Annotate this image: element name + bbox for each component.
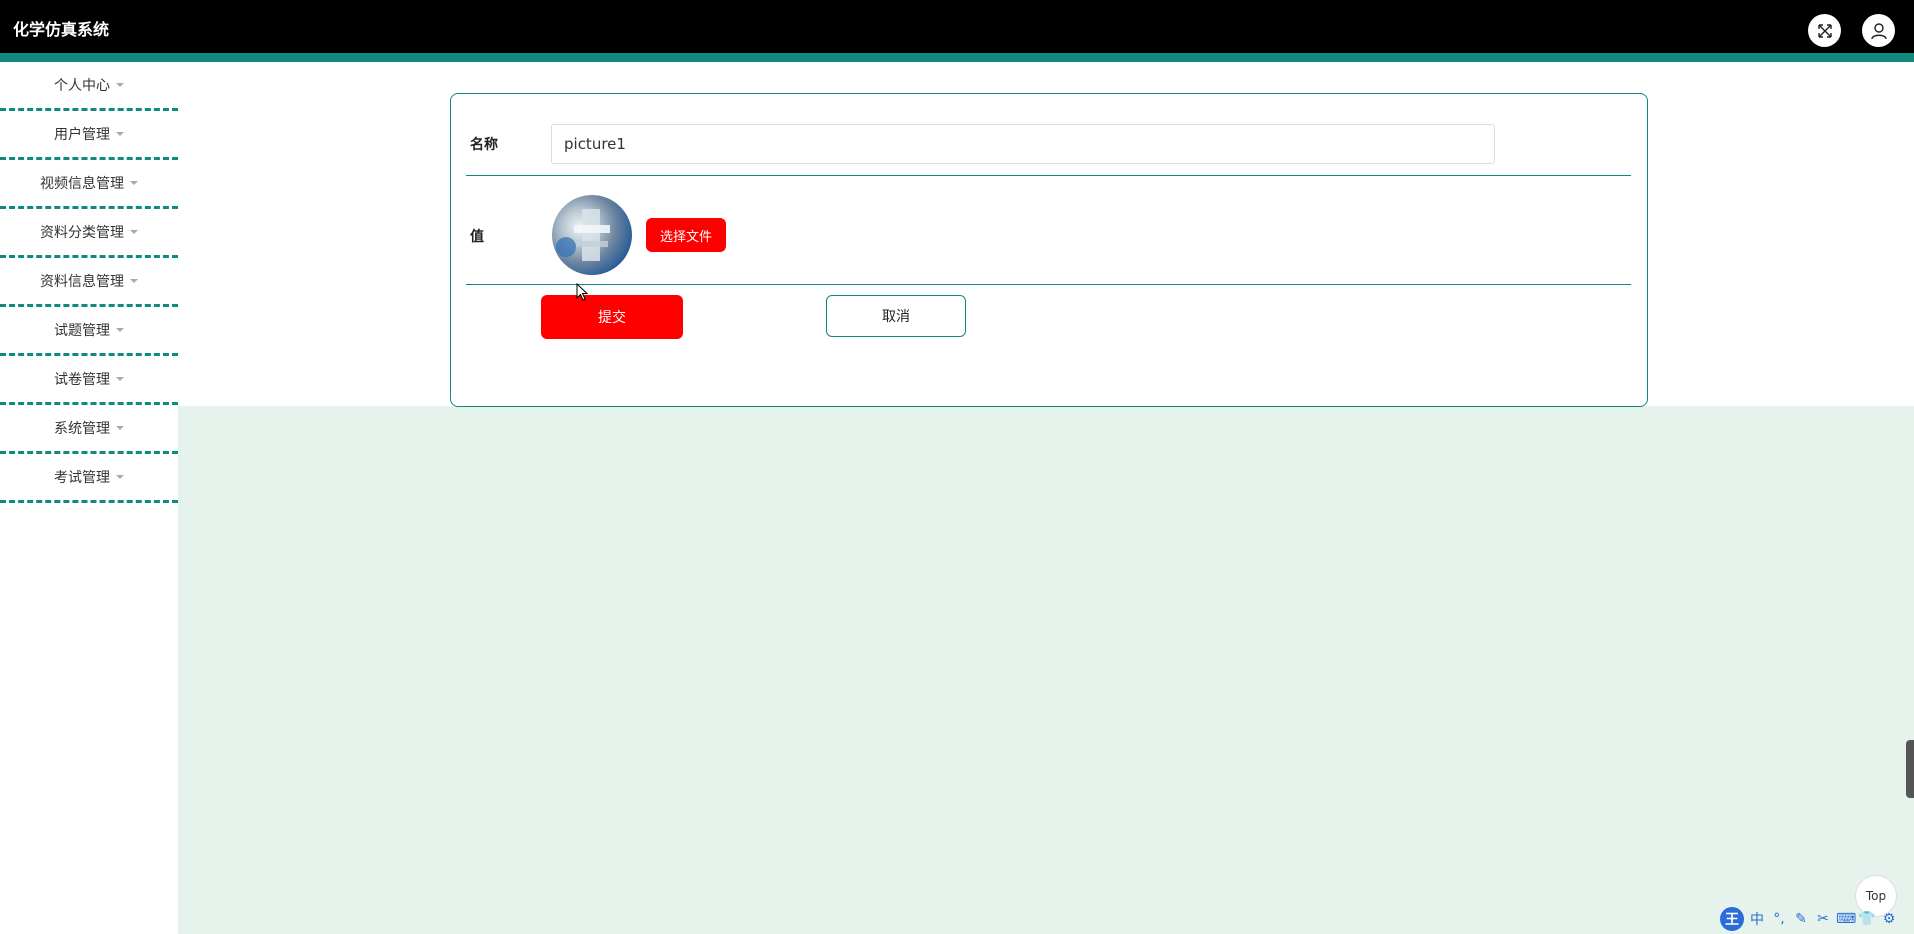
settings-gear-icon[interactable]: ⚙ — [1880, 911, 1898, 927]
lab-equipment-image — [556, 209, 610, 261]
caret-down-icon — [130, 279, 138, 283]
user-icon — [1870, 22, 1887, 39]
punctuation-icon[interactable]: °, — [1770, 911, 1788, 927]
form-divider — [466, 175, 1631, 176]
sidebar-item-label: 试题管理 — [54, 323, 110, 339]
name-label: 名称 — [470, 137, 498, 153]
sidebar-item-material-category[interactable]: 资料分类管理 — [0, 209, 178, 258]
caret-down-icon — [116, 132, 124, 136]
scissors-icon[interactable]: ✂ — [1814, 911, 1832, 927]
caret-down-icon — [116, 426, 124, 430]
fullscreen-button[interactable] — [1808, 14, 1841, 47]
content-background — [178, 406, 1914, 934]
header-accent-stripe — [0, 53, 1914, 62]
name-input[interactable] — [551, 124, 1495, 164]
caret-down-icon — [116, 377, 124, 381]
keyboard-icon[interactable]: ⌨ — [1836, 911, 1856, 927]
user-menu-button[interactable] — [1862, 14, 1895, 47]
sidebar: 个人中心 用户管理 视频信息管理 资料分类管理 资料信息管理 试题管理 试卷管理… — [0, 62, 178, 934]
sidebar-item-label: 试卷管理 — [54, 372, 110, 388]
sidebar-item-user-management[interactable]: 用户管理 — [0, 111, 178, 160]
sidebar-item-question-management[interactable]: 试题管理 — [0, 307, 178, 356]
sidebar-item-label: 用户管理 — [54, 127, 110, 143]
caret-down-icon — [116, 475, 124, 479]
image-thumbnail — [552, 195, 632, 275]
sidebar-item-paper-management[interactable]: 试卷管理 — [0, 356, 178, 405]
sidebar-item-label: 资料分类管理 — [40, 225, 124, 241]
side-panel-handle[interactable] — [1906, 740, 1914, 798]
sidebar-item-system-management[interactable]: 系统管理 — [0, 405, 178, 454]
sidebar-item-label: 考试管理 — [54, 470, 110, 486]
sidebar-item-personal-center[interactable]: 个人中心 — [0, 62, 178, 111]
caret-down-icon — [116, 328, 124, 332]
ime-logo-icon[interactable]: 王 — [1720, 907, 1744, 931]
caret-down-icon — [116, 83, 124, 87]
skin-icon[interactable]: 👕 — [1858, 911, 1876, 927]
sidebar-item-label: 个人中心 — [54, 78, 110, 94]
cancel-button[interactable]: 取消 — [826, 295, 966, 337]
sidebar-item-material-info[interactable]: 资料信息管理 — [0, 258, 178, 307]
sidebar-item-video-management[interactable]: 视频信息管理 — [0, 160, 178, 209]
sidebar-item-label: 系统管理 — [54, 421, 110, 437]
sidebar-item-label: 视频信息管理 — [40, 176, 124, 192]
edit-form: 名称 值 选择文件 提交 取消 — [450, 93, 1648, 407]
submit-button[interactable]: 提交 — [541, 295, 683, 339]
caret-down-icon — [130, 181, 138, 185]
caret-down-icon — [130, 230, 138, 234]
sidebar-item-label: 资料信息管理 — [40, 274, 124, 290]
form-divider — [466, 284, 1631, 285]
value-label: 值 — [470, 229, 484, 245]
mouse-cursor-icon — [576, 282, 589, 305]
expand-arrows-icon — [1817, 23, 1832, 38]
sidebar-item-exam-management[interactable]: 考试管理 — [0, 454, 178, 503]
choose-file-button[interactable]: 选择文件 — [646, 218, 726, 252]
app-title: 化学仿真系统 — [13, 20, 110, 39]
chinese-mode-icon[interactable]: 中 — [1748, 909, 1766, 929]
top-bar: 化学仿真系统 — [0, 0, 1914, 53]
ime-toolbar: 王 中 °, ✎ ✂ ⌨ 👕 ⚙ — [1720, 906, 1914, 932]
pen-icon[interactable]: ✎ — [1792, 911, 1810, 927]
